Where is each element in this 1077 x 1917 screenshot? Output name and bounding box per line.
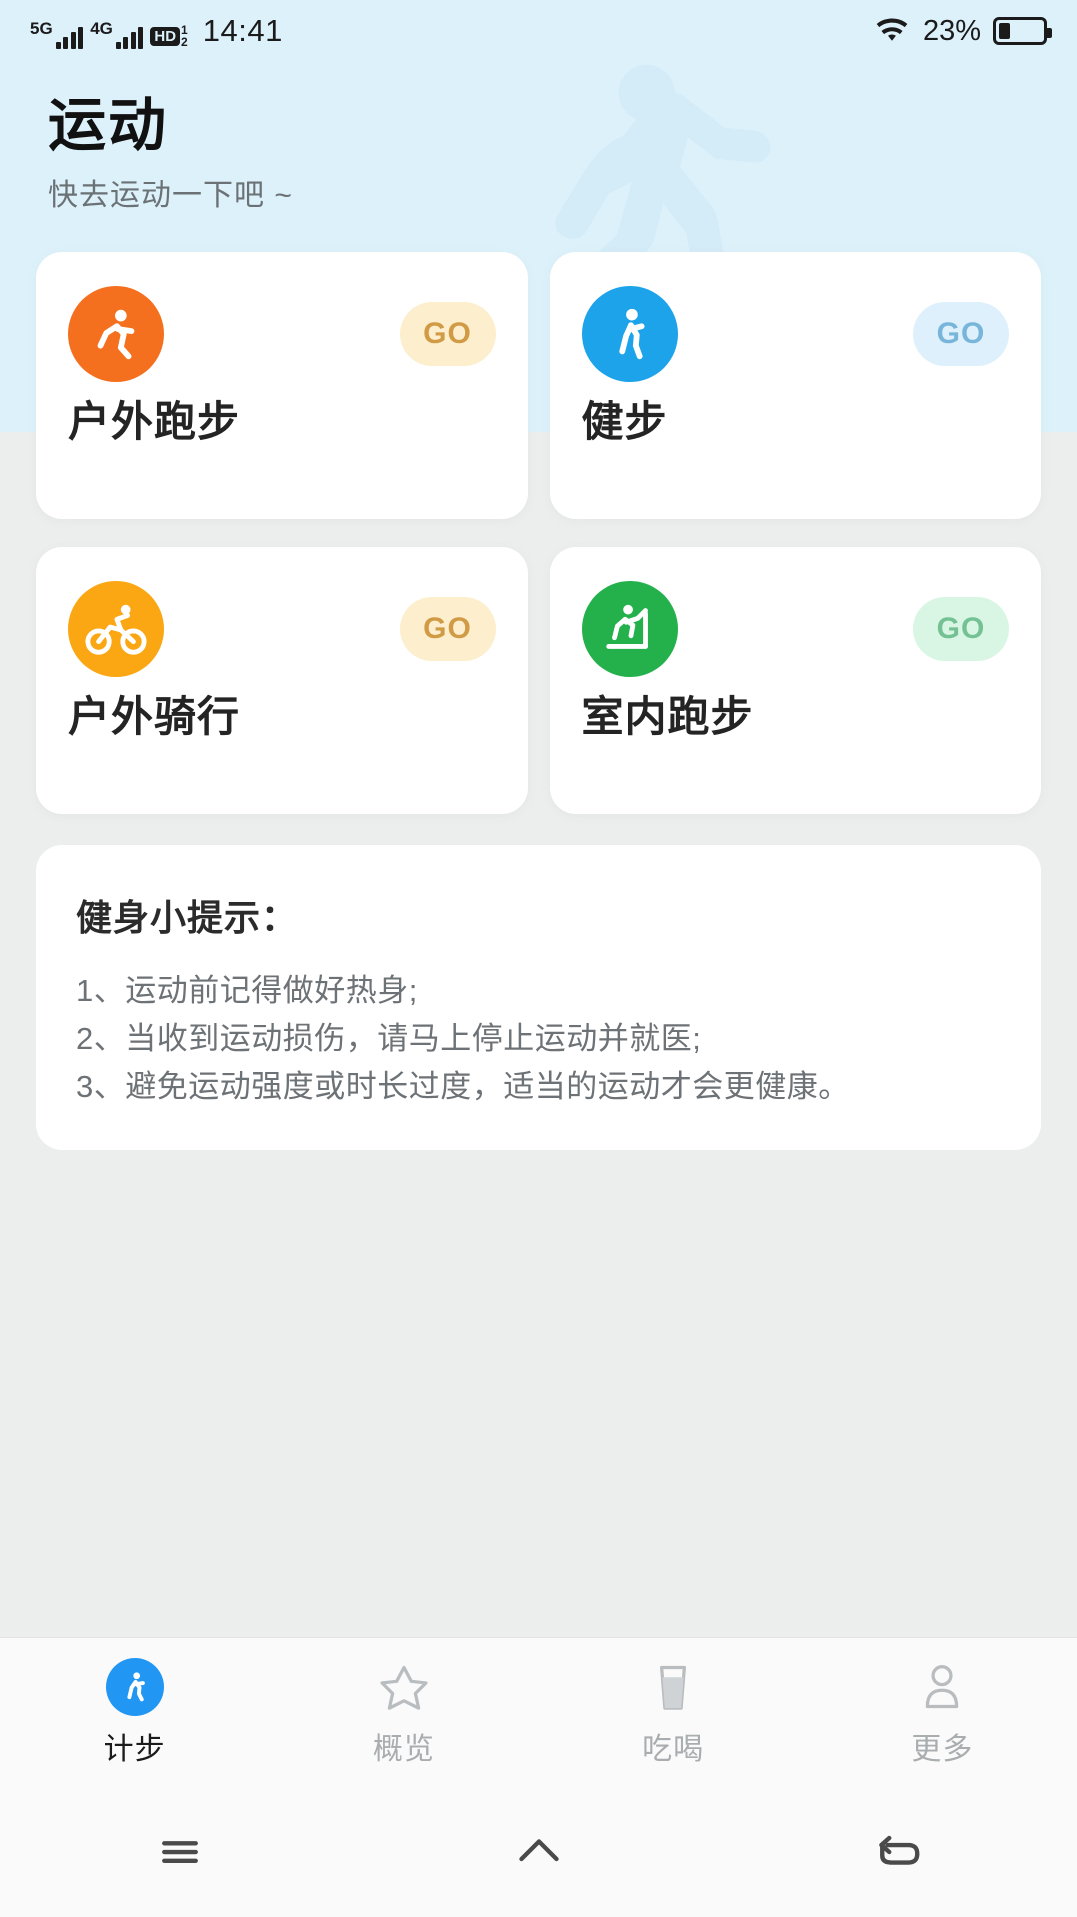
tab-label: 计步 (103, 1732, 166, 1766)
treadmill-icon (581, 581, 678, 677)
signal-4g-label: 4G (90, 19, 113, 38)
hd-sub: 2 (181, 35, 188, 50)
battery-percent: 23% (922, 14, 981, 47)
activity-card-indoor-running[interactable]: GO 室内跑步 (549, 547, 1041, 814)
outdoor-running-icon (68, 286, 164, 382)
card-header: GO (581, 286, 1009, 382)
go-badge[interactable]: GO (399, 597, 496, 661)
cycling-icon (68, 581, 164, 677)
menu-icon[interactable] (0, 1824, 359, 1880)
tips-title: 健身小提示： (76, 897, 299, 938)
tips-line: 2、当收到运动损伤，请马上停止运动并就医; (76, 1021, 702, 1057)
tab-overview[interactable]: 概览 (269, 1658, 538, 1768)
status-clock: 14:41 (202, 13, 283, 48)
page-subtitle: 快去运动一下吧 ~ (48, 179, 293, 212)
tab-drink[interactable]: 吃喝 (539, 1658, 808, 1768)
wifi-icon (876, 18, 908, 41)
activity-card-grid: GO 户外跑步 GO 健步 GO 户外骑行 GO 室内跑步 (36, 252, 1041, 814)
person-icon (913, 1658, 971, 1716)
hd-voice-icon: HD 1 2 (150, 24, 188, 50)
android-nav-bar (0, 1787, 1077, 1917)
tab-steps[interactable]: 计步 (0, 1657, 269, 1768)
page-title: 运动 (48, 93, 169, 158)
activity-title: 户外骑行 (68, 693, 241, 740)
tab-label: 更多 (911, 1732, 974, 1766)
card-header: GO (68, 581, 496, 677)
back-icon[interactable] (718, 1824, 1077, 1880)
star-icon (375, 1658, 433, 1716)
card-header: GO (68, 286, 496, 382)
signal-5g-label: 5G (30, 19, 53, 38)
signal-bars-icon (55, 26, 84, 49)
activity-title: 户外跑步 (68, 398, 241, 445)
activity-card-cycling[interactable]: GO 户外骑行 (36, 547, 528, 814)
go-badge[interactable]: GO (913, 302, 1009, 366)
bottom-tab-bar: 计步 概览 吃喝 更多 (0, 1637, 1077, 1787)
battery-icon (993, 17, 1052, 45)
drink-glass-icon (644, 1658, 702, 1716)
tips-line: 1、运动前记得做好热身; (76, 973, 418, 1008)
home-icon[interactable] (359, 1824, 718, 1880)
card-header: GO (581, 581, 1009, 677)
signal-5g: 5G (30, 20, 84, 49)
go-badge[interactable]: GO (913, 597, 1009, 661)
signal-bars-icon (115, 26, 144, 49)
activity-title: 健步 (581, 398, 668, 445)
status-bar: 5G 4G HD 1 2 14:41 23% (0, 0, 1077, 62)
signal-4g: 4G (90, 20, 144, 49)
go-badge[interactable]: GO (399, 302, 496, 366)
activity-card-walking[interactable]: GO 健步 (549, 252, 1041, 519)
steps-icon (105, 1657, 164, 1716)
activity-card-outdoor-running[interactable]: GO 户外跑步 (36, 252, 528, 519)
tab-label: 吃喝 (642, 1732, 705, 1766)
status-left: 5G 4G HD 1 2 14:41 (30, 13, 283, 49)
walking-icon (581, 286, 678, 382)
tips-line: 3、避免运动强度或时长过度，适当的运动才会更健康。 (76, 1069, 850, 1105)
tab-more[interactable]: 更多 (808, 1658, 1077, 1768)
status-right: 23% (873, 14, 1052, 48)
fitness-tips-card: 健身小提示： 1、运动前记得做好热身; 2、当收到运动损伤，请马上停止运动并就医… (36, 845, 1041, 1150)
tab-label: 概览 (372, 1732, 435, 1766)
hd-label: HD (150, 26, 181, 46)
activity-title: 室内跑步 (581, 693, 754, 740)
app-screen: 5G 4G HD 1 2 14:41 23% 运动 快去运动一下吧 ~ GO 户… (0, 0, 1077, 1917)
